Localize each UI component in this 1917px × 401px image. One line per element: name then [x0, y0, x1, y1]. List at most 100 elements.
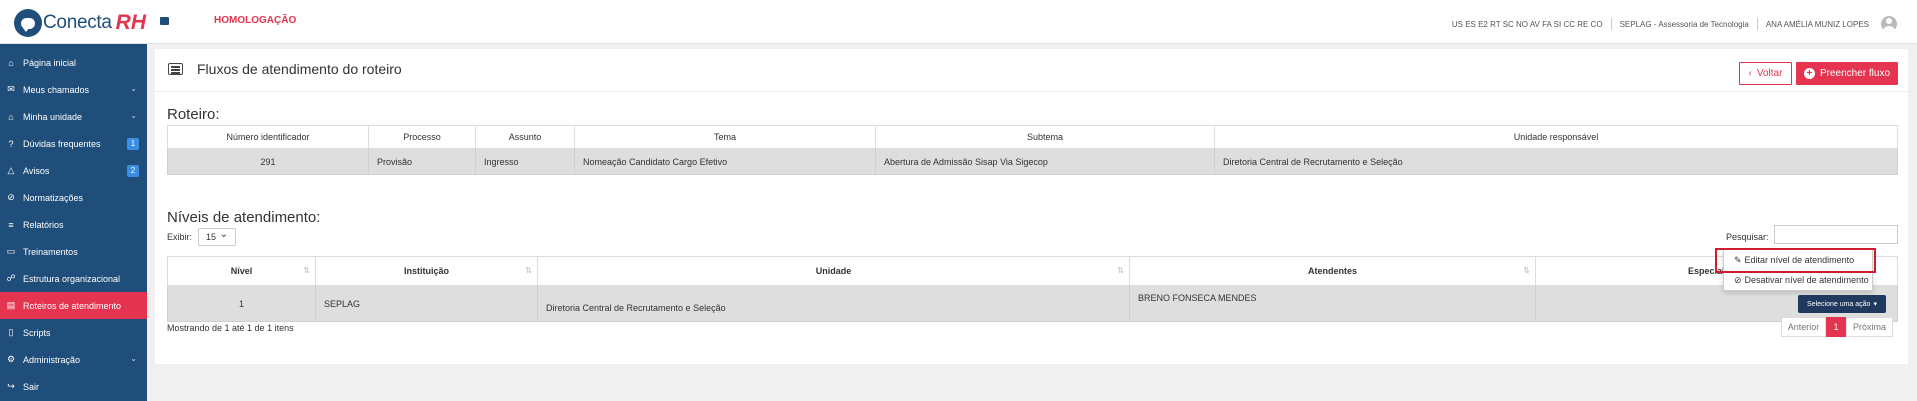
- column-header: Processo: [368, 125, 476, 149]
- column-header: Tema: [574, 125, 876, 149]
- ban-icon: ⊘: [7, 192, 15, 202]
- card-header: Fluxos de atendimento do roteiro ‹ Volta…: [155, 49, 1908, 92]
- sidebar-item-treinamentos[interactable]: ▭ Treinamentos: [0, 238, 147, 265]
- table-cell: BRENO FONSECA MENDES: [1129, 285, 1536, 322]
- column-header: Unidade responsável: [1214, 125, 1898, 149]
- app-root: Conecta RH HOMOLOGAÇÃO US ES E2 RT SC NO…: [0, 0, 1917, 401]
- organization-label[interactable]: SEPLAG - Assessoria de Tecnologia: [1620, 20, 1749, 29]
- prev-page-button[interactable]: Anterior: [1781, 317, 1826, 337]
- column-header-unidade[interactable]: Unidade ⇅: [537, 256, 1130, 286]
- table-cell: Diretoria Central de Recrutamento e Sele…: [1214, 148, 1898, 175]
- page-size-control: Exibir: 15: [167, 228, 237, 246]
- sidebar-item-scripts[interactable]: ▯ Scripts: [0, 319, 147, 346]
- table-cell: Provisão: [368, 148, 476, 175]
- sidebar-item-label: Avisos: [23, 165, 50, 176]
- table-row: 291 Provisão Ingresso Nomeação Candidato…: [167, 148, 1898, 175]
- fill-flow-label: Preencher fluxo: [1819, 68, 1891, 79]
- sitemap-icon: ☍: [6, 273, 16, 283]
- home-icon: ⌂: [8, 57, 14, 68]
- sidebar-item-label: Sair: [23, 381, 40, 392]
- page-title: Fluxos de atendimento do roteiro: [197, 61, 402, 77]
- ban-icon: ⊘: [1734, 274, 1742, 285]
- pagination: Anterior 1 Próxima: [1781, 317, 1893, 337]
- roteiro-table: Número identificador Processo Assunto Te…: [167, 125, 1898, 175]
- building-icon: ⌂: [8, 111, 14, 122]
- logo[interactable]: Conecta RH: [14, 8, 146, 38]
- logout-icon: ↪: [7, 381, 15, 391]
- menu-toggle-icon[interactable]: [160, 17, 169, 25]
- user-avatar-icon[interactable]: [1881, 16, 1897, 32]
- bell-icon: △: [7, 165, 15, 175]
- chat-bubble-icon: [14, 9, 42, 37]
- sidebar-item-label: Normatizações: [23, 192, 84, 203]
- user-name[interactable]: ANA AMÉLIA MUNIZ LOPES: [1766, 20, 1869, 29]
- disable-level-label: Desativar nível de atendimento: [1744, 275, 1869, 285]
- count-badge: 2: [127, 165, 139, 177]
- column-header-instituicao[interactable]: Instituição ⇅: [315, 256, 538, 286]
- sort-icon: ⇅: [525, 266, 532, 275]
- sidebar-item-label: Página inicial: [23, 57, 77, 68]
- sidebar-item-roteiros-de-atendimento[interactable]: ▤ Roteiros de atendimento: [0, 292, 147, 319]
- next-page-button[interactable]: Próxima: [1846, 317, 1893, 337]
- header-info: US ES E2 RT SC NO AV FA SI CC RE CO SEPL…: [1452, 16, 1897, 32]
- sidebar: ⌂ Página inicial ✉ Meus chamados ⌄ ⌂ Minha uni…: [0, 44, 147, 401]
- table-cell: 291: [167, 148, 369, 175]
- column-header-nivel[interactable]: Nível ⇅: [167, 256, 316, 286]
- sidebar-item-label: Estrutura organizacional: [23, 273, 121, 284]
- chevron-down-icon: ⌄: [130, 84, 137, 93]
- logo-rh: RH: [115, 11, 147, 34]
- main-card: Fluxos de atendimento do roteiro ‹ Volta…: [155, 49, 1908, 364]
- sidebar-item-minha-unidade[interactable]: ⌂ Minha unidade ⌄: [0, 103, 147, 130]
- disable-level-menu-item[interactable]: ⊘ Desativar nível de atendimento: [1724, 270, 1872, 290]
- sidebar-item-administracao[interactable]: ⚙ Administração ⌄: [0, 346, 147, 373]
- table-row: 1 SEPLAG Diretoria Central de Recrutamen…: [167, 285, 1898, 322]
- sort-icon: ⇅: [303, 266, 310, 275]
- table-cell: Ingresso: [475, 148, 575, 175]
- plus-circle-icon: +: [1803, 68, 1815, 79]
- chevron-down-icon: ⌄: [130, 111, 137, 120]
- list-icon: ▤: [6, 300, 16, 310]
- sidebar-item-label: Minha unidade: [23, 111, 83, 122]
- sidebar-item-duvidas-frequentes[interactable]: ? Dúvidas frequentes 1: [0, 130, 147, 157]
- page-1-button[interactable]: 1: [1826, 317, 1846, 337]
- roteiro-title: Roteiro:: [167, 106, 220, 123]
- search-input[interactable]: [1774, 225, 1898, 244]
- page-size-select[interactable]: 15: [198, 228, 237, 246]
- sort-icon: ⇅: [1117, 266, 1124, 275]
- highlight-box: [1715, 248, 1876, 273]
- action-select-label: Selecione uma ação: [1807, 300, 1871, 308]
- envelope-icon: ✉: [7, 84, 15, 94]
- action-select-button[interactable]: Selecione uma ação ▾: [1798, 295, 1886, 313]
- sidebar-item-sair[interactable]: ↪ Sair: [0, 373, 147, 400]
- sidebar-item-label: Meus chamados: [23, 84, 90, 95]
- top-bar: Conecta RH HOMOLOGAÇÃO US ES E2 RT SC NO…: [0, 0, 1917, 44]
- page-size-value: 15: [206, 232, 217, 242]
- sort-icon: ⇅: [1523, 266, 1530, 275]
- sidebar-item-relatorios[interactable]: ≡ Relatórios: [0, 211, 147, 238]
- table-cell: Nomeação Candidato Cargo Efetivo: [574, 148, 876, 175]
- column-header: Subtema: [875, 125, 1215, 149]
- page-size-label: Exibir:: [167, 232, 193, 242]
- caret-down-icon: ▾: [1873, 301, 1877, 308]
- column-header-atendentes[interactable]: Atendentes ⇅: [1129, 256, 1536, 286]
- divider: [1610, 18, 1612, 30]
- profile-codes[interactable]: US ES E2 RT SC NO AV FA SI CC RE CO: [1452, 20, 1603, 29]
- sidebar-item-pagina-inicial[interactable]: ⌂ Página inicial: [0, 49, 147, 76]
- table-cell: Diretoria Central de Recrutamento e Sele…: [537, 285, 1130, 322]
- sidebar-item-estrutura-organizacional[interactable]: ☍ Estrutura organizacional: [0, 265, 147, 292]
- chevron-left-icon: ‹: [1748, 68, 1752, 79]
- sidebar-item-label: Relatórios: [23, 219, 64, 230]
- table-cell: SEPLAG: [315, 285, 538, 322]
- question-icon: ?: [8, 138, 14, 149]
- back-button[interactable]: ‹ Voltar: [1739, 62, 1792, 85]
- table-info: Mostrando de 1 até 1 de 1 itens: [167, 323, 294, 333]
- sidebar-item-avisos[interactable]: △ Avisos 2: [0, 157, 147, 184]
- search-label: Pesquisar:: [1726, 232, 1769, 242]
- sidebar-item-normatizacoes[interactable]: ⊘ Normatizações: [0, 184, 147, 211]
- file-icon: ▯: [8, 327, 14, 337]
- chart-icon: ≡: [8, 219, 14, 230]
- sidebar-item-label: Treinamentos: [23, 246, 78, 257]
- fill-flow-button[interactable]: + Preencher fluxo: [1796, 62, 1898, 85]
- sidebar-item-meus-chamados[interactable]: ✉ Meus chamados ⌄: [0, 76, 147, 103]
- back-button-label: Voltar: [1756, 68, 1783, 79]
